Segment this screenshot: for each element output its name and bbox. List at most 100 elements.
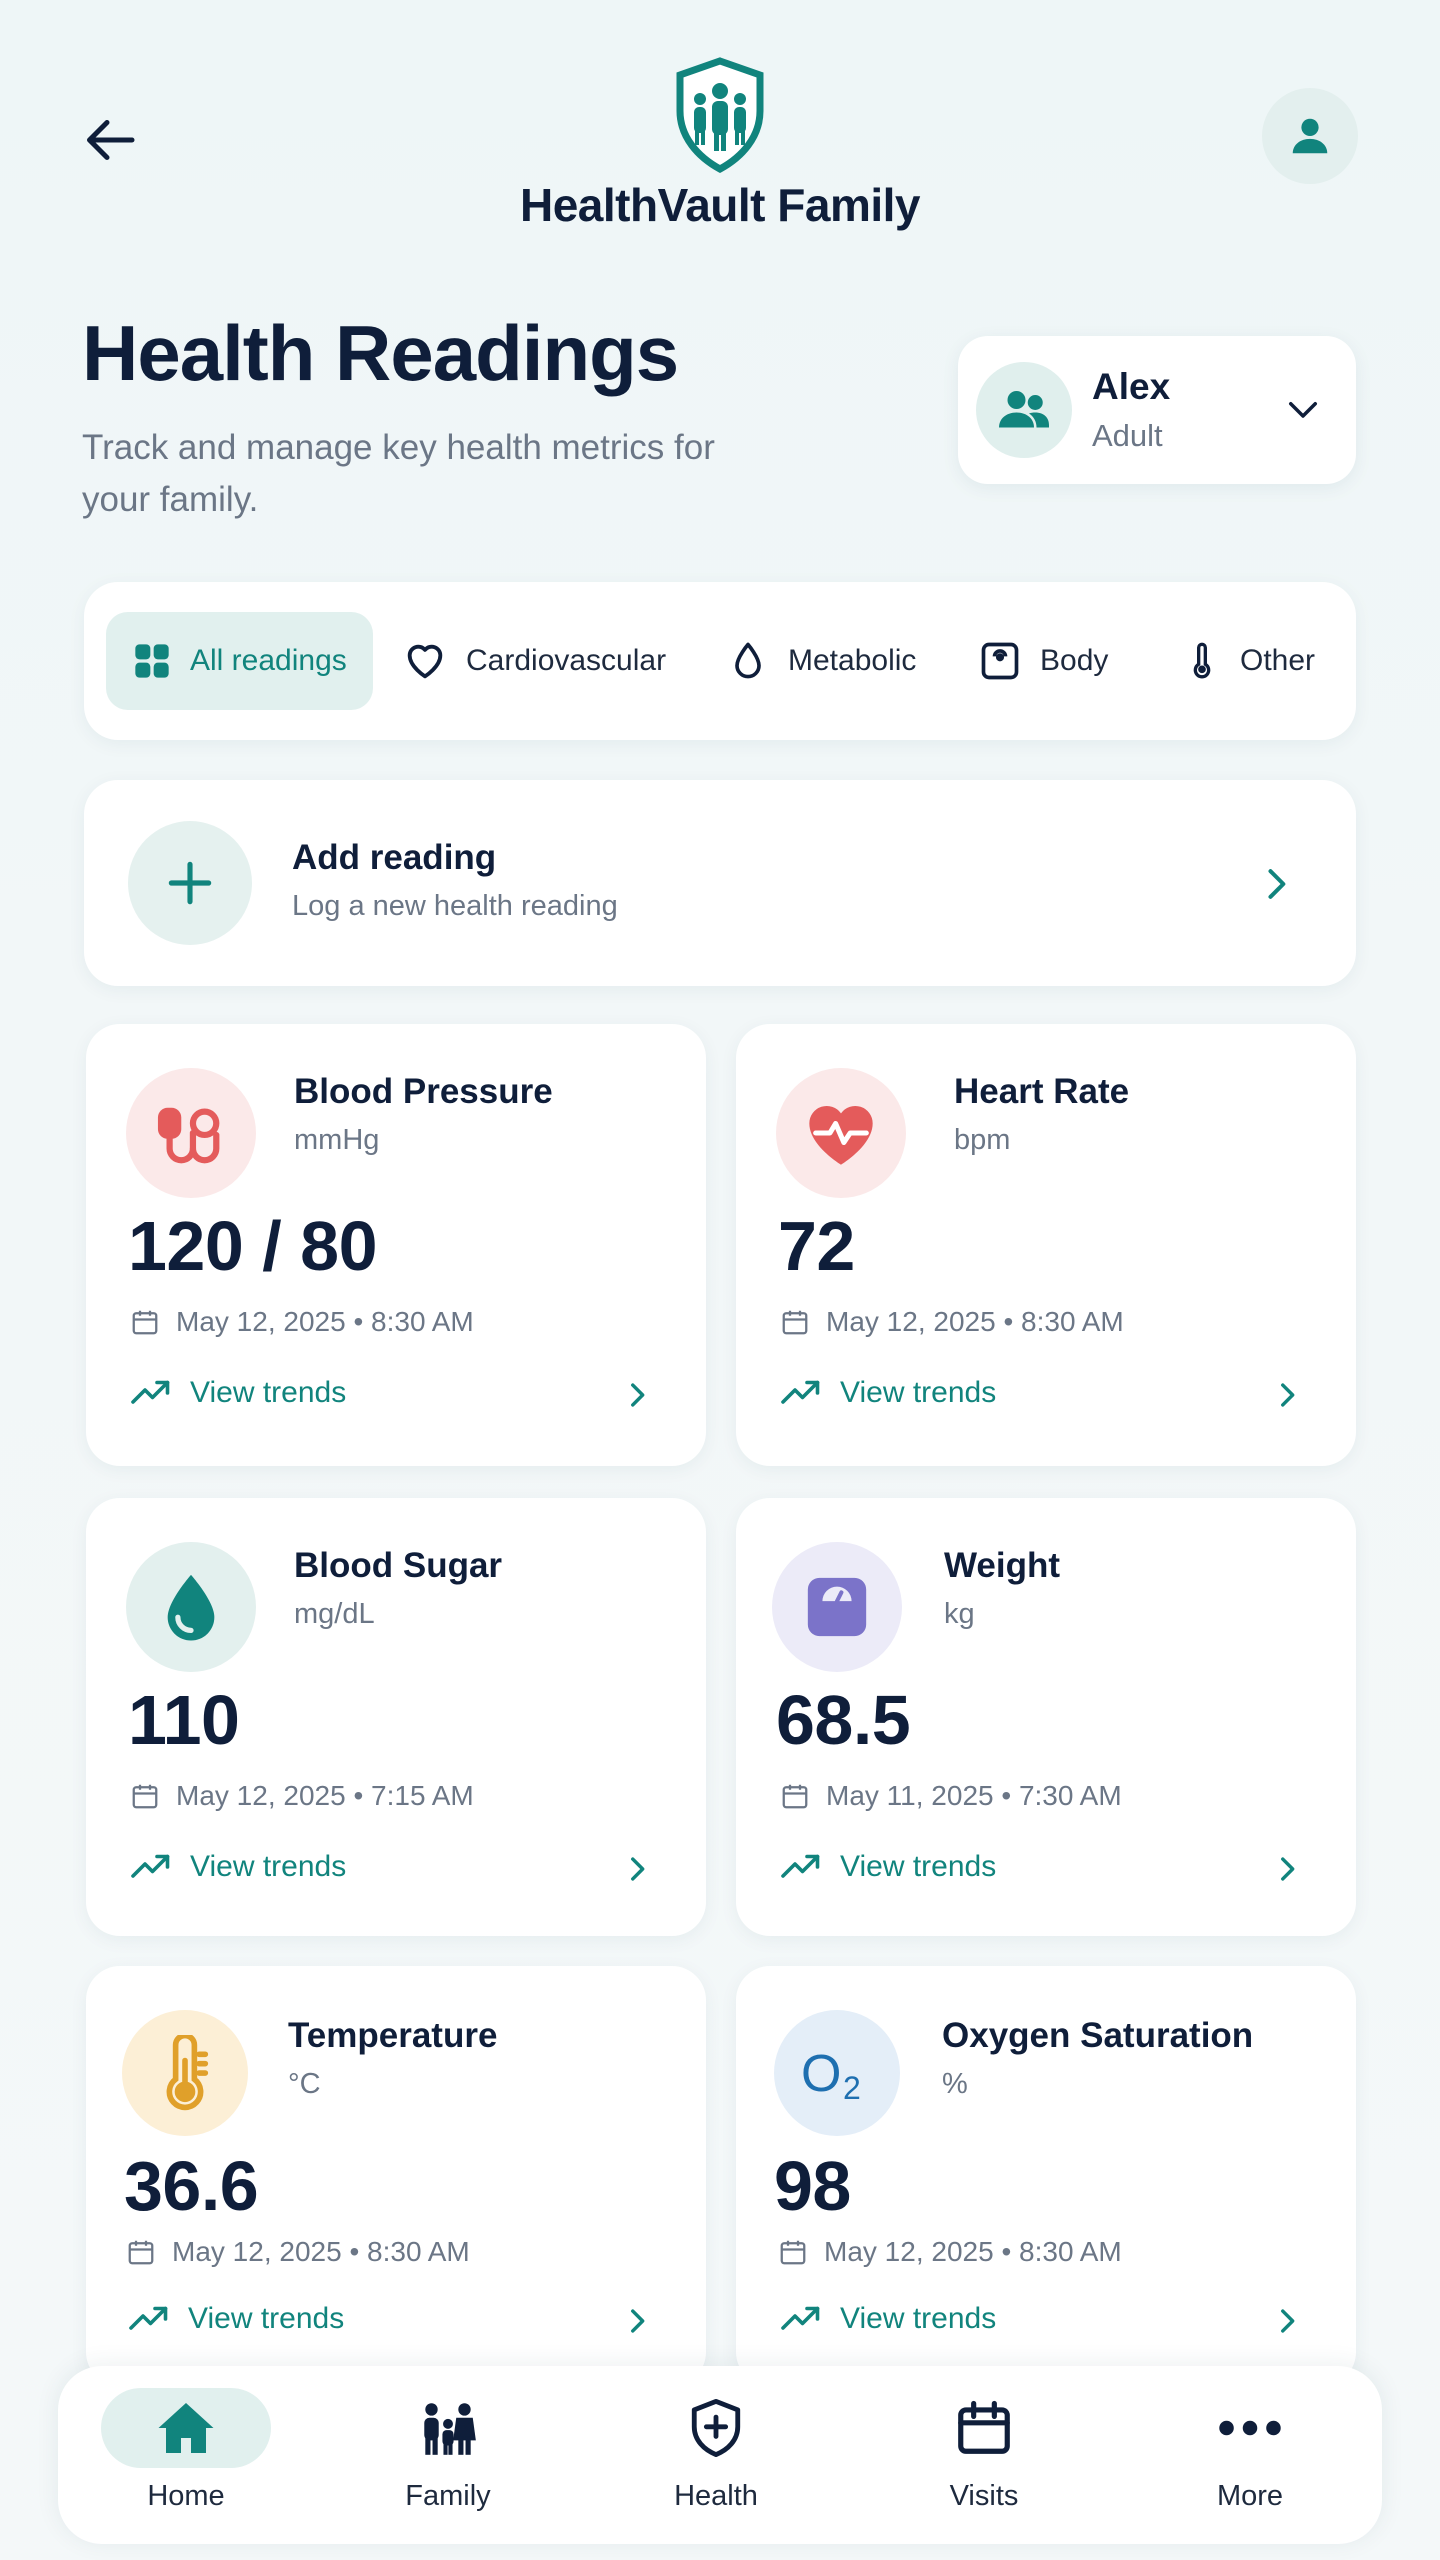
add-reading-button[interactable]: Add reading Log a new health reading — [84, 780, 1356, 986]
view-trends-link[interactable]: View trends — [130, 1376, 346, 1410]
nav-visits[interactable]: Visits — [894, 2388, 1074, 2524]
weight-scale-icon — [807, 1577, 867, 1637]
home-icon — [158, 2403, 214, 2453]
chevron-right-icon[interactable] — [620, 1852, 654, 1886]
reading-date: May 12, 2025 • 7:15 AM — [176, 1780, 474, 1811]
reading-date-row: May 12, 2025 • 7:15 AM — [130, 1780, 474, 1812]
nav-home[interactable]: Home — [96, 2388, 276, 2524]
reading-value: 36.6 — [124, 2147, 259, 2225]
view-trends-link[interactable]: View trends — [780, 1850, 996, 1884]
svg-text:O: O — [801, 2045, 841, 2103]
reading-unit: mg/dL — [294, 1598, 375, 1630]
thermometer-icon — [1193, 642, 1211, 679]
nav-label: Home — [147, 2480, 225, 2512]
blood-pressure-icon — [157, 1107, 220, 1164]
trend-up-icon — [129, 2306, 168, 2330]
chevron-right-icon[interactable] — [620, 1378, 654, 1412]
reading-unit: % — [942, 2068, 968, 2100]
reading-card-weight[interactable]: Weight kg 68.5 May 11, 2025 • 7:30 AM Vi… — [736, 1498, 1356, 1936]
family-icon — [424, 2403, 476, 2455]
nav-icon-wrap — [363, 2388, 533, 2468]
tab-body[interactable]: Body — [978, 612, 1108, 710]
nav-icon-wrap — [1165, 2388, 1335, 2468]
reading-name: Weight — [944, 1546, 1061, 1585]
reading-date-row: May 12, 2025 • 8:30 AM — [780, 1306, 1124, 1338]
profile-button[interactable] — [1262, 88, 1358, 184]
tab-all-readings[interactable]: All readings — [106, 612, 373, 710]
nav-label: Health — [674, 2480, 758, 2512]
chevron-right-icon[interactable] — [1270, 2304, 1304, 2338]
tab-cardiovascular[interactable]: Cardiovascular — [402, 612, 666, 710]
view-trends-link[interactable]: View trends — [780, 2302, 996, 2336]
heart-rate-icon — [809, 1105, 873, 1165]
health-shield-icon — [691, 2399, 741, 2457]
reading-card-temperature[interactable]: Temperature °C 36.6 May 12, 2025 • 8:30 … — [86, 1966, 706, 2386]
view-trends-link[interactable]: View trends — [130, 1850, 346, 1884]
svg-text:2: 2 — [843, 2070, 861, 2103]
add-reading-title: Add reading — [292, 838, 497, 877]
reading-name: Blood Pressure — [294, 1072, 553, 1111]
grid-icon — [135, 644, 169, 678]
app-logo — [670, 55, 770, 175]
reading-date-row: May 12, 2025 • 8:30 AM — [130, 1306, 474, 1338]
app-title: HealthVault Family — [519, 179, 921, 231]
reading-icon-wrap — [122, 2010, 248, 2136]
tab-label: All readings — [190, 644, 347, 677]
tab-label: Body — [1040, 644, 1109, 677]
reading-date-row: May 12, 2025 • 8:30 AM — [778, 2236, 1122, 2268]
reading-date: May 12, 2025 • 8:30 AM — [826, 1306, 1124, 1337]
nav-label: Visits — [949, 2480, 1019, 2512]
calendar-icon — [132, 1310, 158, 1335]
view-trends-label: View trends — [188, 2302, 345, 2335]
reading-unit: °C — [288, 2068, 321, 2100]
user-icon — [1292, 118, 1328, 154]
tab-label: Metabolic — [788, 644, 917, 677]
calendar-icon — [782, 1784, 808, 1809]
calendar-icon — [958, 2400, 1010, 2454]
chevron-right-icon[interactable] — [1270, 1852, 1304, 1886]
reading-date: May 12, 2025 • 8:30 AM — [824, 2236, 1122, 2267]
calendar-icon — [132, 1784, 158, 1809]
reading-card-heart-rate[interactable]: Heart Rate bpm 72 May 12, 2025 • 8:30 AM… — [736, 1024, 1356, 1466]
reading-name: Temperature — [288, 2016, 498, 2055]
reading-card-blood-pressure[interactable]: Blood Pressure mmHg 120 / 80 May 12, 202… — [86, 1024, 706, 1466]
tab-metabolic[interactable]: Metabolic — [726, 612, 916, 710]
reading-filters: All readings Cardiovascular Metabolic Bo… — [84, 582, 1356, 740]
reading-name: Oxygen Saturation — [942, 2016, 1254, 2055]
reading-card-oxygen-saturation[interactable]: O2 Oxygen Saturation % 98 May 12, 2025 •… — [736, 1966, 1356, 2386]
view-trends-label: View trends — [840, 1850, 997, 1883]
bottom-nav: Home Family Health Visits More — [58, 2366, 1382, 2544]
member-avatar — [976, 362, 1072, 458]
add-reading-icon-wrap — [128, 821, 252, 945]
view-trends-link[interactable]: View trends — [128, 2302, 344, 2336]
member-selector[interactable]: Alex Adult — [958, 336, 1356, 484]
reading-icon-wrap — [772, 1542, 902, 1672]
reading-date-row: May 11, 2025 • 7:30 AM — [780, 1780, 1122, 1812]
add-reading-subtitle: Log a new health reading — [292, 890, 618, 922]
reading-icon-wrap: O2 — [774, 2010, 900, 2136]
reading-unit: mmHg — [294, 1124, 380, 1156]
thermometer-icon — [166, 2035, 209, 2111]
more-icon — [1219, 2420, 1281, 2436]
view-trends-link[interactable]: View trends — [780, 1376, 996, 1410]
view-trends-label: View trends — [190, 1850, 347, 1883]
tab-other[interactable]: Other — [1182, 612, 1315, 710]
trend-up-icon — [781, 1380, 820, 1404]
nav-health[interactable]: Health — [626, 2388, 806, 2524]
heart-icon — [407, 644, 443, 679]
users-icon — [999, 391, 1049, 428]
member-name: Alex — [1092, 366, 1171, 407]
member-role: Adult — [1092, 418, 1163, 453]
chevron-right-icon[interactable] — [1270, 1378, 1304, 1412]
chevron-right-icon[interactable] — [620, 2304, 654, 2338]
reading-card-blood-sugar[interactable]: Blood Sugar mg/dL 110 May 12, 2025 • 7:1… — [86, 1498, 706, 1936]
nav-family[interactable]: Family — [358, 2388, 538, 2524]
nav-more[interactable]: More — [1160, 2388, 1340, 2524]
view-trends-label: View trends — [840, 2302, 997, 2335]
nav-label: Family — [405, 2480, 491, 2512]
reading-value: 120 / 80 — [128, 1207, 378, 1285]
reading-date-row: May 12, 2025 • 8:30 AM — [126, 2236, 470, 2268]
reading-unit: bpm — [954, 1124, 1011, 1156]
reading-icon-wrap — [126, 1542, 256, 1672]
back-button[interactable] — [72, 100, 152, 180]
